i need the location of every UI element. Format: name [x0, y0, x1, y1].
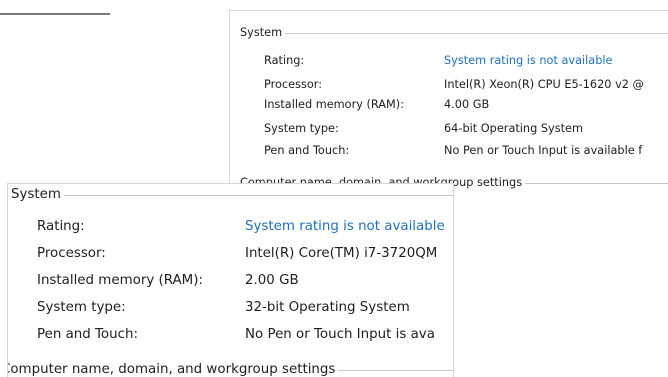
section-divider — [285, 32, 668, 34]
system-rating-link[interactable]: System rating is not available — [245, 219, 445, 234]
memory-label: Installed memory (RAM): — [37, 273, 203, 288]
processor-value: Intel(R) Xeon(R) CPU E5-1620 v2 @ — [444, 78, 644, 91]
system-properties-panel-back: System Rating: System rating is not avai… — [229, 10, 668, 202]
system-type-label: System type: — [37, 300, 126, 315]
system-rating-link[interactable]: System rating is not available — [444, 54, 612, 67]
processor-label: Processor: — [37, 246, 106, 261]
computer-name-section-header: Computer name, domain, and workgroup set… — [7, 362, 453, 377]
section-divider — [525, 182, 668, 184]
rating-label: Rating: — [264, 54, 305, 67]
memory-value: 2.00 GB — [245, 273, 299, 288]
system-heading: System — [240, 26, 283, 39]
system-section-header: System — [240, 26, 668, 39]
rating-label: Rating: — [37, 219, 85, 234]
computer-name-heading: Computer name, domain, and workgroup set… — [7, 362, 336, 377]
section-divider — [338, 369, 453, 371]
pen-touch-value: No Pen or Touch Input is ava — [245, 327, 435, 342]
system-type-value: 64-bit Operating System — [444, 122, 583, 135]
processor-label: Processor: — [264, 78, 323, 91]
section-divider — [63, 194, 453, 196]
screenshot-stage: System Rating: System rating is not avai… — [0, 0, 668, 377]
system-type-label: System type: — [264, 122, 339, 135]
system-heading: System — [11, 187, 61, 202]
system-properties-panel-front: System Rating: System rating is not avai… — [7, 183, 454, 377]
memory-label: Installed memory (RAM): — [264, 98, 404, 111]
system-section-header: System — [11, 187, 453, 202]
system-type-value: 32-bit Operating System — [245, 300, 410, 315]
pen-touch-value: No Pen or Touch Input is available f — [444, 144, 643, 157]
pen-touch-label: Pen and Touch: — [37, 327, 138, 342]
top-edge-divider — [0, 0, 110, 15]
pen-touch-label: Pen and Touch: — [264, 144, 350, 157]
processor-value: Intel(R) Core(TM) i7-3720QM — [245, 246, 438, 261]
memory-value: 4.00 GB — [444, 98, 490, 111]
